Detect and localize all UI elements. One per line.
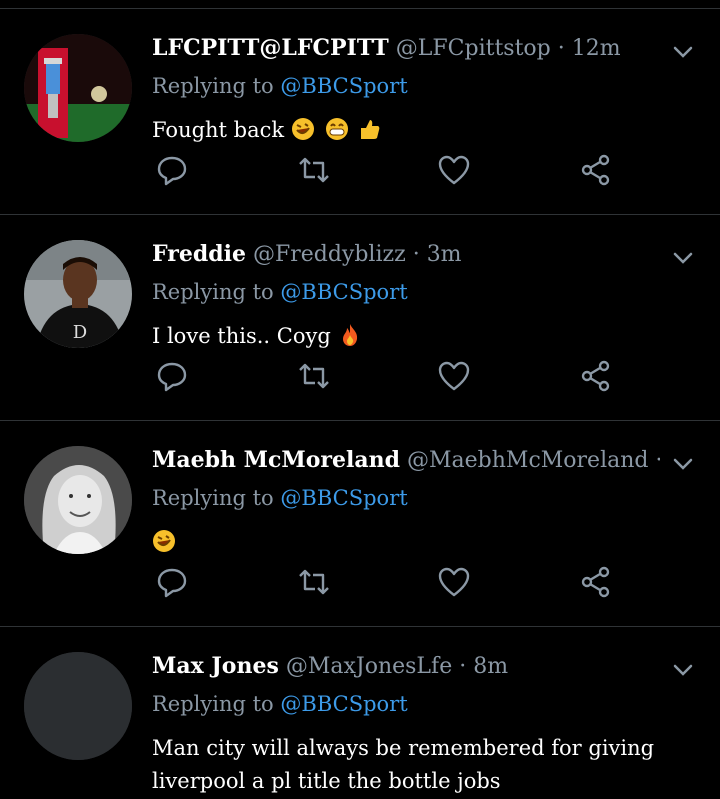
tweet-actions <box>152 358 622 394</box>
like-icon <box>438 155 470 185</box>
tweet-header: Freddie @Freddyblizz · 3m <box>152 241 660 267</box>
tweet-actions <box>152 564 622 600</box>
grin-emoji-icon <box>325 118 348 140</box>
chevron-down-icon[interactable] <box>670 39 696 65</box>
retweet-icon <box>299 363 329 389</box>
replying-handle[interactable]: @BBCSport <box>280 486 407 510</box>
replying-label: Replying to <box>152 74 274 98</box>
replying-to: Replying to @BBCSport <box>152 280 408 304</box>
blank-avatar-icon <box>24 652 132 760</box>
share-button[interactable] <box>578 358 614 394</box>
like-button[interactable] <box>436 564 472 600</box>
tweet-text: I love this.. Coyg <box>152 320 700 353</box>
replying-label: Replying to <box>152 486 274 510</box>
retweet-button[interactable] <box>296 358 332 394</box>
reply-icon <box>157 568 187 598</box>
replying-to: Replying to @BBCSport <box>152 74 408 98</box>
tweet[interactable]: LFCPITT@LFCPITT @LFCpittstop · 12m Reply… <box>0 9 720 215</box>
user-handle[interactable]: @LFCpittstop <box>396 36 551 61</box>
reply-button[interactable] <box>154 564 190 600</box>
replying-to: Replying to @BBCSport <box>152 486 408 510</box>
man-avatar-icon: D <box>24 240 132 348</box>
timestamp[interactable]: 3m <box>427 242 462 267</box>
retweet-icon <box>299 157 329 183</box>
user-handle[interactable]: @MaxJonesLfe <box>286 654 452 679</box>
like-icon <box>438 361 470 391</box>
reply-button[interactable] <box>154 152 190 188</box>
retweet-icon <box>299 569 329 595</box>
user-handle[interactable]: @MaebhMcMoreland <box>407 448 648 473</box>
reply-button[interactable] <box>154 358 190 394</box>
display-name[interactable]: Max Jones <box>152 653 279 679</box>
share-icon <box>581 154 610 186</box>
rofl-emoji-icon <box>291 118 314 140</box>
display-name[interactable]: LFCPITT@LFCPITT <box>152 35 389 61</box>
tweet-header: Maebh McMoreland @MaebhMcMoreland · 6m <box>152 447 660 473</box>
tweet-text-content: Man city will always be remembered for g… <box>152 736 655 793</box>
chevron-down-icon[interactable] <box>670 657 696 683</box>
share-icon <box>581 566 610 598</box>
like-button[interactable] <box>436 358 472 394</box>
separator-dot: · <box>459 654 467 679</box>
avatar[interactable] <box>24 652 132 760</box>
tweet-actions <box>152 152 622 188</box>
avatar[interactable] <box>24 446 132 554</box>
replying-handle[interactable]: @BBCSport <box>280 74 407 98</box>
svg-text:D: D <box>73 322 87 343</box>
reply-icon <box>157 156 187 186</box>
tweet-text-content: Fought back <box>152 118 285 142</box>
tweet-header: Max Jones @MaxJonesLfe · 8m <box>152 653 660 679</box>
tweet[interactable]: D Freddie @Freddyblizz · 3m Replying to … <box>0 215 720 421</box>
woman-avatar-icon <box>24 446 132 554</box>
trophy-avatar-icon <box>24 34 132 142</box>
replying-handle[interactable]: @BBCSport <box>280 692 407 716</box>
share-button[interactable] <box>578 564 614 600</box>
thumbs-up-emoji-icon <box>361 120 380 139</box>
separator-dot: · <box>557 36 565 61</box>
timestamp[interactable]: 12m <box>572 36 621 61</box>
top-divider <box>0 0 720 9</box>
rofl-emoji-icon <box>153 530 175 552</box>
tweet[interactable]: Maebh McMoreland @MaebhMcMoreland · 6m R… <box>0 421 720 627</box>
separator-dot: · <box>655 448 660 473</box>
retweet-button[interactable] <box>296 564 332 600</box>
share-button[interactable] <box>578 152 614 188</box>
replying-handle[interactable]: @BBCSport <box>280 280 407 304</box>
tweet-text: Man city will always be remembered for g… <box>152 732 700 798</box>
retweet-button[interactable] <box>296 152 332 188</box>
like-icon <box>438 567 470 597</box>
like-button[interactable] <box>436 152 472 188</box>
separator-dot: · <box>412 242 420 267</box>
replying-to: Replying to @BBCSport <box>152 692 408 716</box>
user-handle[interactable]: @Freddyblizz <box>253 242 406 267</box>
timestamp[interactable]: 8m <box>473 654 508 679</box>
replying-label: Replying to <box>152 692 274 716</box>
fire-emoji-icon <box>342 324 357 346</box>
chevron-down-icon[interactable] <box>670 245 696 271</box>
reply-icon <box>157 362 187 392</box>
display-name[interactable]: Maebh McMoreland <box>152 447 400 473</box>
share-icon <box>581 360 610 392</box>
tweet-header: LFCPITT@LFCPITT @LFCpittstop · 12m <box>152 35 660 61</box>
replying-label: Replying to <box>152 280 274 304</box>
avatar[interactable]: D <box>24 240 132 348</box>
tweet-text <box>152 526 700 559</box>
avatar[interactable] <box>24 34 132 142</box>
tweet-text: Fought back <box>152 114 700 147</box>
chevron-down-icon[interactable] <box>670 451 696 477</box>
tweet-text-content: I love this.. Coyg <box>152 324 331 348</box>
display-name[interactable]: Freddie <box>152 241 246 267</box>
